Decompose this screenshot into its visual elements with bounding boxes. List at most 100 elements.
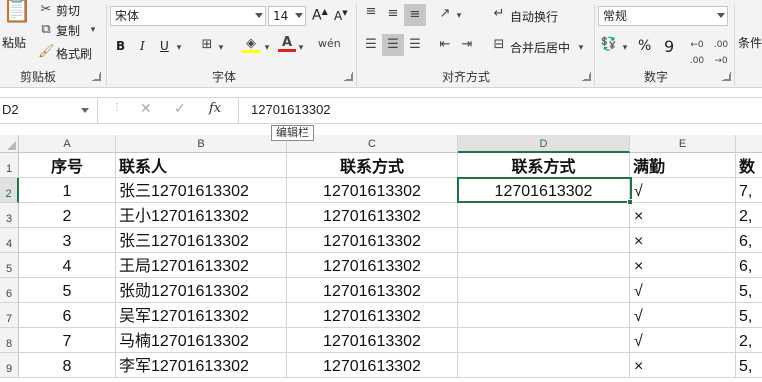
formula-bar-options-icon[interactable]: ⋮ bbox=[112, 102, 122, 113]
table-cell[interactable]: 12701613302 bbox=[287, 253, 458, 278]
copy-icon[interactable]: ⧉ bbox=[38, 22, 54, 38]
row-header[interactable]: 9 bbox=[0, 353, 19, 378]
bold-button[interactable]: B bbox=[116, 39, 125, 53]
column-header-d[interactable]: D bbox=[458, 135, 630, 153]
decrease-decimal-icon[interactable]: .00 →0 bbox=[712, 37, 730, 69]
paste-icon[interactable]: 📋 bbox=[2, 0, 32, 30]
column-header-e[interactable]: E bbox=[630, 135, 736, 153]
decrease-indent-icon[interactable]: ⇤ bbox=[436, 37, 454, 53]
increase-decimal-icon[interactable]: ←0.00 bbox=[688, 37, 706, 69]
wrap-text-button[interactable]: 自动换行 bbox=[510, 8, 558, 25]
table-cell[interactable]: 12701613302 bbox=[287, 303, 458, 328]
header-cell[interactable]: 联系人 bbox=[116, 153, 287, 178]
table-cell[interactable]: 12701613302 bbox=[458, 178, 630, 203]
merge-center-button[interactable]: 合并后居中 bbox=[510, 39, 570, 56]
wrap-text-icon[interactable]: ↵ bbox=[490, 6, 508, 22]
table-cell[interactable]: 6, bbox=[736, 253, 762, 278]
select-all-button[interactable] bbox=[0, 135, 19, 153]
header-cell[interactable]: 序号 bbox=[19, 153, 116, 178]
table-cell[interactable]: 7, bbox=[736, 178, 762, 203]
table-cell[interactable]: 12701613302 bbox=[287, 353, 458, 378]
table-cell[interactable]: 王局12701613302 bbox=[116, 253, 287, 278]
table-cell[interactable]: 马楠12701613302 bbox=[116, 328, 287, 353]
alignment-launcher-icon[interactable] bbox=[582, 72, 591, 81]
table-cell[interactable]: 张三12701613302 bbox=[116, 228, 287, 253]
underline-button[interactable]: U bbox=[160, 39, 169, 53]
table-cell[interactable]: 张三12701613302 bbox=[116, 178, 287, 203]
merge-dropdown-icon[interactable]: ▾ bbox=[576, 40, 586, 56]
table-cell[interactable]: 2, bbox=[736, 203, 762, 228]
clipboard-launcher-icon[interactable] bbox=[92, 72, 101, 81]
table-cell[interactable] bbox=[458, 253, 630, 278]
table-cell[interactable]: 1 bbox=[19, 178, 116, 203]
table-cell[interactable] bbox=[458, 353, 630, 378]
table-cell[interactable]: × bbox=[630, 203, 736, 228]
accounting-format-icon[interactable]: 💱 bbox=[600, 37, 618, 53]
copy-button[interactable]: 复制 bbox=[56, 22, 80, 39]
comma-button[interactable]: 9 bbox=[664, 37, 674, 56]
table-cell[interactable]: 12701613302 bbox=[287, 328, 458, 353]
format-painter-icon[interactable]: 🖌 bbox=[38, 44, 55, 60]
table-cell[interactable]: 7 bbox=[19, 328, 116, 353]
align-middle-icon[interactable]: ≡ bbox=[384, 6, 402, 22]
table-cell[interactable]: × bbox=[630, 253, 736, 278]
font-color-dropdown-icon[interactable]: ▾ bbox=[296, 40, 306, 56]
table-cell[interactable]: 12701613302 bbox=[287, 178, 458, 203]
table-cell[interactable]: 2, bbox=[736, 328, 762, 353]
align-top-icon[interactable]: ≡ bbox=[362, 4, 380, 20]
column-header-b[interactable]: B bbox=[116, 135, 287, 153]
font-name-dropdown[interactable]: 宋体 bbox=[110, 6, 266, 26]
table-cell[interactable]: 吴军12701613302 bbox=[116, 303, 287, 328]
underline-dropdown-icon[interactable]: ▾ bbox=[174, 40, 184, 56]
insert-function-icon[interactable]: fx bbox=[209, 101, 221, 116]
table-cell[interactable]: × bbox=[630, 228, 736, 253]
fill-color-dropdown-icon[interactable]: ▾ bbox=[262, 40, 272, 56]
table-cell[interactable] bbox=[458, 303, 630, 328]
header-cell[interactable]: 数 bbox=[736, 153, 762, 178]
table-cell[interactable]: 4 bbox=[19, 253, 116, 278]
border-icon[interactable]: ⊞ bbox=[198, 37, 216, 53]
font-color-icon[interactable]: A bbox=[278, 35, 296, 52]
copy-dropdown-icon[interactable]: ▾ bbox=[88, 22, 98, 38]
column-header-a[interactable]: A bbox=[19, 135, 116, 153]
increase-indent-icon[interactable]: ⇥ bbox=[458, 37, 476, 53]
number-launcher-icon[interactable] bbox=[722, 72, 731, 81]
name-box[interactable]: D2 bbox=[0, 98, 98, 123]
table-cell[interactable]: 5, bbox=[736, 353, 762, 378]
orientation-icon[interactable]: ↗ bbox=[436, 6, 454, 22]
table-cell[interactable] bbox=[458, 203, 630, 228]
row-header[interactable]: 7 bbox=[0, 303, 19, 328]
number-format-dropdown[interactable]: 常规 bbox=[598, 6, 728, 26]
table-cell[interactable]: √ bbox=[630, 328, 736, 353]
formula-input[interactable]: 12701613302 bbox=[238, 98, 762, 123]
table-cell[interactable]: √ bbox=[630, 303, 736, 328]
fill-handle[interactable] bbox=[627, 199, 633, 205]
table-cell[interactable]: 李军12701613302 bbox=[116, 353, 287, 378]
table-cell[interactable]: 5 bbox=[19, 278, 116, 303]
accounting-dropdown-icon[interactable]: ▾ bbox=[620, 40, 630, 56]
header-cell[interactable]: 联系方式 bbox=[458, 153, 630, 178]
row-header[interactable]: 4 bbox=[0, 228, 19, 253]
grow-font-button[interactable]: A▲ bbox=[312, 7, 328, 24]
row-header[interactable]: 6 bbox=[0, 278, 19, 303]
table-cell[interactable]: 5, bbox=[736, 303, 762, 328]
table-cell[interactable] bbox=[458, 328, 630, 353]
table-cell[interactable] bbox=[458, 278, 630, 303]
table-cell[interactable]: √ bbox=[630, 278, 736, 303]
align-right-icon[interactable]: ☰ bbox=[406, 37, 424, 53]
align-bottom-icon[interactable]: ≡ bbox=[404, 4, 426, 26]
table-cell[interactable]: 12701613302 bbox=[287, 203, 458, 228]
table-cell[interactable]: 8 bbox=[19, 353, 116, 378]
merge-center-icon[interactable]: ⊟ bbox=[490, 37, 508, 53]
table-cell[interactable]: 12701613302 bbox=[287, 228, 458, 253]
table-cell[interactable]: 5, bbox=[736, 278, 762, 303]
table-cell[interactable]: 3 bbox=[19, 228, 116, 253]
table-cell[interactable]: 2 bbox=[19, 203, 116, 228]
table-cell[interactable]: √ bbox=[630, 178, 736, 203]
table-cell[interactable]: 6 bbox=[19, 303, 116, 328]
row-header[interactable]: 2 bbox=[0, 178, 19, 203]
paste-button[interactable]: 粘贴 bbox=[2, 34, 26, 51]
enter-icon[interactable]: ✓ bbox=[174, 101, 186, 117]
conditional-format-button[interactable]: 条件 bbox=[738, 34, 762, 51]
row-header[interactable]: 3 bbox=[0, 203, 19, 228]
